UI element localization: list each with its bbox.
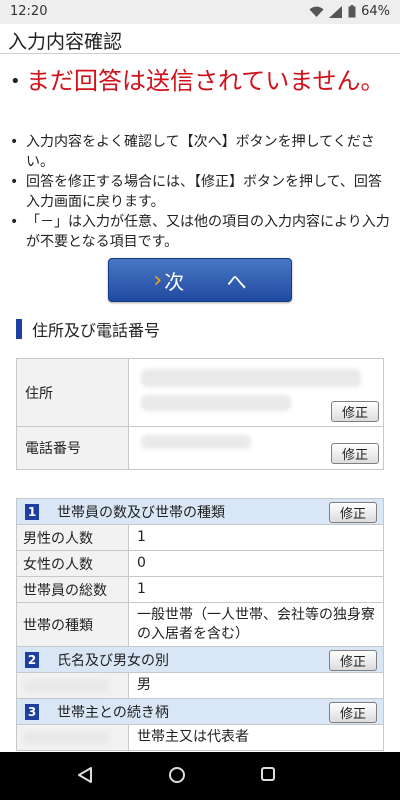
row-label: 男性の人数 xyxy=(17,525,129,550)
page-title: 入力内容確認 xyxy=(8,31,123,53)
redacted-address xyxy=(141,369,361,387)
system-nav-bar xyxy=(0,752,400,800)
address-table: 住所 修正 電話番号 修正 xyxy=(16,358,384,470)
phone-label: 電話番号 xyxy=(17,427,129,469)
notice-item: • 入力内容をよく確認して【次へ】ボタンを押してください。 xyxy=(8,132,393,172)
next-button-label: 次 へ xyxy=(164,269,265,294)
table-row: 世帯の種類 一般世帯（一人世帯、会社等の独身寮の入居者を含む） xyxy=(17,603,383,647)
edit-relation-button[interactable]: 修正 xyxy=(329,702,377,723)
redacted-name xyxy=(23,730,109,745)
home-icon[interactable] xyxy=(168,766,186,788)
row-label xyxy=(17,725,129,750)
row-value: 男 xyxy=(137,677,151,693)
section-number: 1 xyxy=(25,503,39,520)
battery-icon xyxy=(348,5,356,18)
section-title: 住所及び電話番号 xyxy=(32,321,161,340)
row-value: 1 xyxy=(137,529,146,545)
address-row: 住所 修正 xyxy=(17,359,383,427)
notice-text: 入力内容をよく確認して【次へ】ボタンを押してください。 xyxy=(26,134,375,170)
redacted-address xyxy=(141,395,291,411)
row-value: 世帯主又は代表者 xyxy=(137,729,249,745)
edit-name-button[interactable]: 修正 xyxy=(329,650,377,671)
redacted-phone xyxy=(141,435,251,449)
section-number: 2 xyxy=(25,651,39,668)
recents-icon[interactable] xyxy=(260,766,276,786)
bullet: • xyxy=(10,134,19,150)
section-heading: 住所及び電話番号 xyxy=(16,318,160,340)
row-value: 0 xyxy=(137,555,146,571)
table-row: 世帯主又は代表者 xyxy=(17,725,383,751)
section-number: 3 xyxy=(25,703,39,720)
status-time: 12:20 xyxy=(10,4,48,19)
section-3-title: 世帯主との続き柄 xyxy=(57,704,169,721)
chevron-right-icon: › xyxy=(153,267,163,293)
unsent-warning: • まだ回答は送信されていません。 xyxy=(8,66,388,97)
table-row: 男性の人数 1 xyxy=(17,525,383,551)
notice-item: • 「－」は入力が任意、又は他の項目の入力内容により入力が不要となる項目です。 xyxy=(8,212,393,252)
section-2-header: 2 氏名及び男女の別 修正 xyxy=(17,647,383,673)
notice-text: 「－」は入力が任意、又は他の項目の入力内容により入力が不要となる項目です。 xyxy=(26,214,390,250)
bullet: • xyxy=(10,71,21,92)
row-value: 一般世帯（一人世帯、会社等の独身寮の入居者を含む） xyxy=(137,606,375,642)
battery-level: 64% xyxy=(361,4,390,19)
section-1-title: 世帯員の数及び世帯の種類 xyxy=(57,504,225,521)
edit-address-button[interactable]: 修正 xyxy=(331,401,379,422)
unsent-warning-text: まだ回答は送信されていません。 xyxy=(26,67,385,95)
edit-phone-button[interactable]: 修正 xyxy=(331,443,379,464)
table-row: 女性の人数 0 xyxy=(17,551,383,577)
signal-icon xyxy=(329,5,343,18)
phone-row: 電話番号 修正 xyxy=(17,427,383,469)
section-2-title: 氏名及び男女の別 xyxy=(57,652,169,669)
wifi-icon xyxy=(309,6,324,18)
row-label: 世帯員の総数 xyxy=(17,577,129,602)
edit-household-button[interactable]: 修正 xyxy=(329,502,377,523)
table-row: 世帯員の総数 1 xyxy=(17,577,383,603)
address-value: 修正 xyxy=(129,359,383,426)
row-label xyxy=(17,673,129,698)
phone-value: 修正 xyxy=(129,427,383,469)
section-1-header: 1 世帯員の数及び世帯の種類 修正 xyxy=(17,499,383,525)
section-3-header: 3 世帯主との続き柄 修正 xyxy=(17,699,383,725)
row-label: 世帯の種類 xyxy=(17,603,129,646)
bullet: • xyxy=(10,174,19,190)
section-marker xyxy=(16,319,22,339)
household-table: 1 世帯員の数及び世帯の種類 修正 男性の人数 1 女性の人数 0 世帯員の総数… xyxy=(16,498,384,751)
row-value: 1 xyxy=(137,581,146,597)
status-bar: 12:20 64% xyxy=(0,0,400,24)
bullet: • xyxy=(10,214,19,230)
table-row: 男 xyxy=(17,673,383,699)
notice-text: 回答を修正する場合には、【修正】ボタンを押して、回答入力画面に戻ります。 xyxy=(26,174,382,210)
back-icon[interactable] xyxy=(77,766,93,788)
redacted-name xyxy=(23,678,109,693)
address-label: 住所 xyxy=(17,359,129,426)
row-label: 女性の人数 xyxy=(17,551,129,576)
notice-item: • 回答を修正する場合には、【修正】ボタンを押して、回答入力画面に戻ります。 xyxy=(8,172,393,212)
next-button[interactable]: › 次 へ xyxy=(108,258,292,302)
page-header: 入力内容確認 xyxy=(0,24,400,54)
